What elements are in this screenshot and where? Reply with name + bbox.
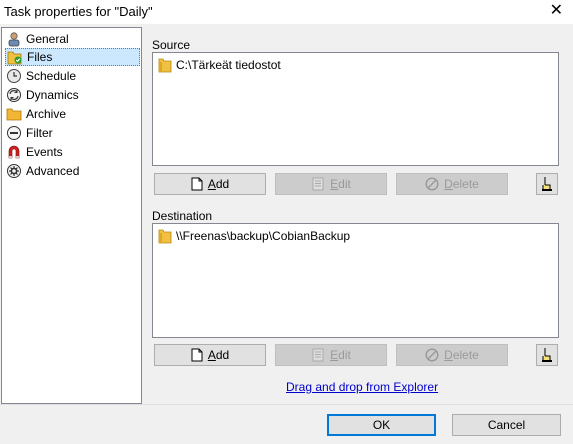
folder-icon — [158, 58, 172, 73]
nav-item-archive[interactable]: Archive — [5, 105, 140, 123]
source-delete-button[interactable]: Delete — [396, 173, 508, 195]
destination-add-button[interactable]: Add — [154, 344, 266, 366]
destination-delete-button[interactable]: Delete — [396, 344, 508, 366]
archive-icon — [6, 108, 22, 121]
list-item[interactable]: C:\Tärkeät tiedostot — [158, 57, 281, 73]
destination-browse-button[interactable] — [536, 344, 558, 366]
source-add-button[interactable]: Add — [154, 173, 266, 195]
title-bar: Task properties for "Daily" ✕ — [0, 0, 573, 24]
source-edit-button[interactable]: Edit — [275, 173, 387, 195]
filter-icon — [7, 126, 21, 140]
hand-pointer-icon — [542, 348, 552, 362]
destination-edit-button[interactable]: Edit — [275, 344, 387, 366]
source-label: Source — [152, 38, 191, 52]
category-list: General Files Schedule Dynamics Archive — [1, 27, 142, 404]
nav-item-general[interactable]: General — [5, 30, 140, 48]
folder-icon — [158, 229, 172, 244]
destination-list[interactable]: \\Freenas\backup\CobianBackup — [152, 223, 559, 338]
add-icon — [191, 177, 203, 191]
nav-label: Dynamics — [26, 88, 79, 102]
nav-item-schedule[interactable]: Schedule — [5, 67, 140, 85]
ok-button[interactable]: OK — [327, 414, 436, 436]
nav-label: Filter — [26, 126, 53, 140]
list-item[interactable]: \\Freenas\backup\CobianBackup — [158, 228, 350, 244]
nav-item-files[interactable]: Files — [5, 48, 140, 66]
delete-icon — [425, 177, 439, 191]
nav-label: Events — [26, 145, 63, 159]
drag-drop-link[interactable]: Drag and drop from Explorer — [286, 380, 438, 394]
hand-pointer-icon — [542, 177, 552, 191]
window-title: Task properties for "Daily" — [4, 4, 153, 19]
source-list[interactable]: C:\Tärkeät tiedostot — [152, 52, 559, 166]
nav-label: Advanced — [26, 164, 80, 178]
close-icon[interactable]: ✕ — [550, 3, 563, 19]
general-icon — [8, 32, 20, 47]
nav-label: General — [26, 32, 69, 46]
events-icon — [8, 145, 20, 159]
nav-item-events[interactable]: Events — [5, 143, 140, 161]
nav-item-filter[interactable]: Filter — [5, 124, 140, 142]
delete-icon — [425, 348, 439, 362]
nav-item-advanced[interactable]: Advanced — [5, 162, 140, 180]
edit-icon — [312, 177, 324, 191]
schedule-icon — [7, 69, 21, 83]
edit-icon — [312, 348, 324, 362]
destination-label: Destination — [152, 209, 213, 223]
cancel-button[interactable]: Cancel — [452, 414, 561, 436]
nav-label: Archive — [26, 107, 67, 121]
advanced-icon — [7, 164, 21, 178]
nav-label: Schedule — [26, 69, 77, 83]
destination-path: \\Freenas\backup\CobianBackup — [176, 229, 351, 243]
nav-label: Files — [27, 50, 53, 64]
source-browse-button[interactable] — [536, 173, 558, 195]
files-icon — [7, 51, 22, 65]
dynamics-icon — [7, 88, 21, 102]
add-icon — [191, 348, 203, 362]
source-path: C:\Tärkeät tiedostot — [176, 58, 281, 72]
nav-item-dynamics[interactable]: Dynamics — [5, 86, 140, 104]
